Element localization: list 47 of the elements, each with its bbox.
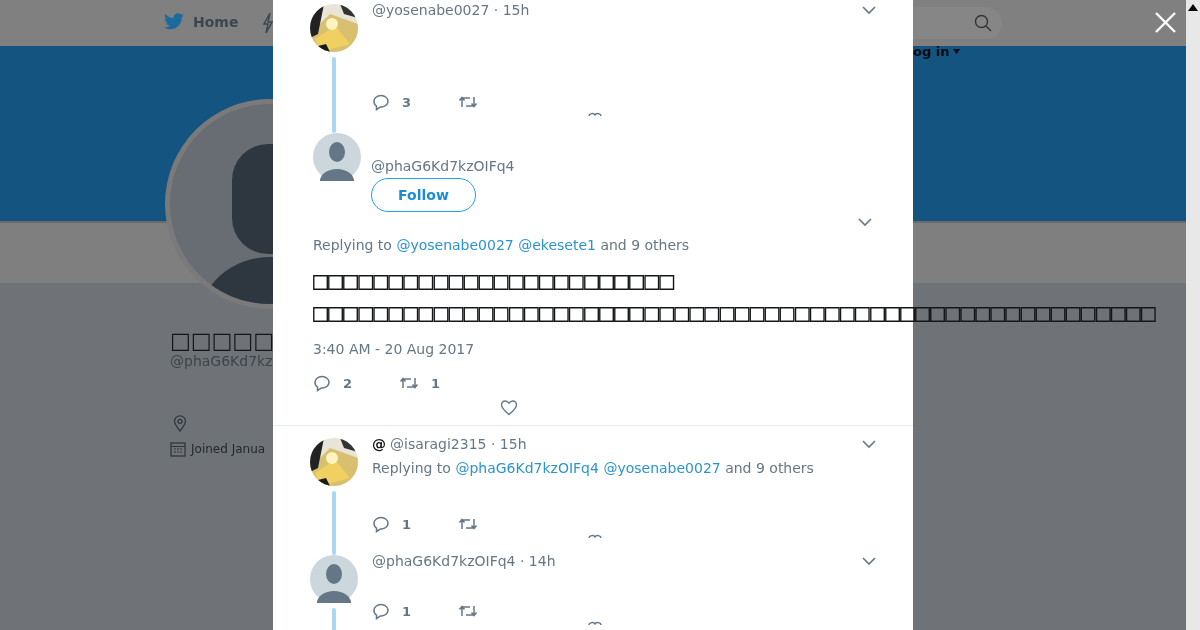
reply-count: 1 [402, 603, 412, 619]
location-icon [173, 415, 187, 432]
mention-link[interactable]: @phaG6Kd7kzOIFq4 [455, 460, 599, 476]
caret-icon[interactable] [953, 49, 961, 54]
retweet-icon[interactable] [458, 516, 478, 532]
mention-link[interactable]: @yosenabe0027 [396, 237, 514, 253]
retweet-icon[interactable] [399, 375, 419, 391]
heart-icon[interactable] [500, 399, 518, 416]
tweet-handle: @phaG6Kd7kzOIFq4 [371, 158, 515, 175]
retweet-count: 1 [431, 375, 441, 391]
login-link[interactable]: og in [913, 44, 950, 59]
reply-icon[interactable] [372, 602, 390, 620]
mention-link[interactable]: @yosenabe0027 [603, 460, 721, 476]
home-label: Home [193, 14, 239, 30]
caret-icon[interactable] [862, 557, 876, 566]
reply-icon[interactable] [313, 374, 331, 392]
tweet-meta: @yosenabe0027 · 15h [372, 2, 530, 18]
caret-icon[interactable] [862, 6, 876, 15]
caret-icon[interactable] [862, 440, 876, 449]
profile-name: □□□□□ [170, 328, 274, 353]
retweet-icon[interactable] [458, 94, 478, 110]
follow-button[interactable]: Follow [371, 178, 476, 212]
tweet-timestamp[interactable]: 3:40 AM - 20 Aug 2017 [313, 341, 475, 358]
replying-to-text: Replying to @yosenabe0027 @ekesete1 and 9 others [313, 237, 691, 254]
search-icon[interactable] [974, 14, 992, 32]
avatar-icon[interactable] [313, 133, 361, 181]
mention-link[interactable]: @ekesete1 [518, 237, 596, 253]
reply-count: 1 [402, 516, 412, 532]
replying-to-text: Replying to @phaG6Kd7kzOIFq4 @yosenabe0027 and 9 others [372, 460, 815, 477]
reply-icon[interactable] [372, 93, 390, 111]
scrollbar[interactable] [1186, 0, 1200, 630]
reply-count: 2 [343, 375, 353, 391]
tweet-meta: @phaG6Kd7kzOIFq4 · 14h [372, 553, 556, 569]
retweet-icon[interactable] [458, 603, 478, 619]
calendar-icon [170, 441, 186, 457]
lightning-icon[interactable] [263, 12, 273, 34]
close-icon[interactable] [1155, 12, 1176, 33]
reply-icon[interactable] [372, 515, 390, 533]
joined-date: Joined Janua [191, 442, 266, 456]
bird-icon [163, 13, 185, 31]
home-tab[interactable]: Home [163, 13, 239, 31]
caret-icon[interactable] [858, 217, 872, 227]
scroll-up-icon[interactable] [1188, 4, 1198, 11]
tweet-meta: @isaragi2315 · 15h [390, 436, 527, 452]
reply-count: 3 [402, 94, 412, 110]
at-sign: @ [372, 436, 386, 452]
avatar-icon[interactable] [310, 555, 358, 603]
